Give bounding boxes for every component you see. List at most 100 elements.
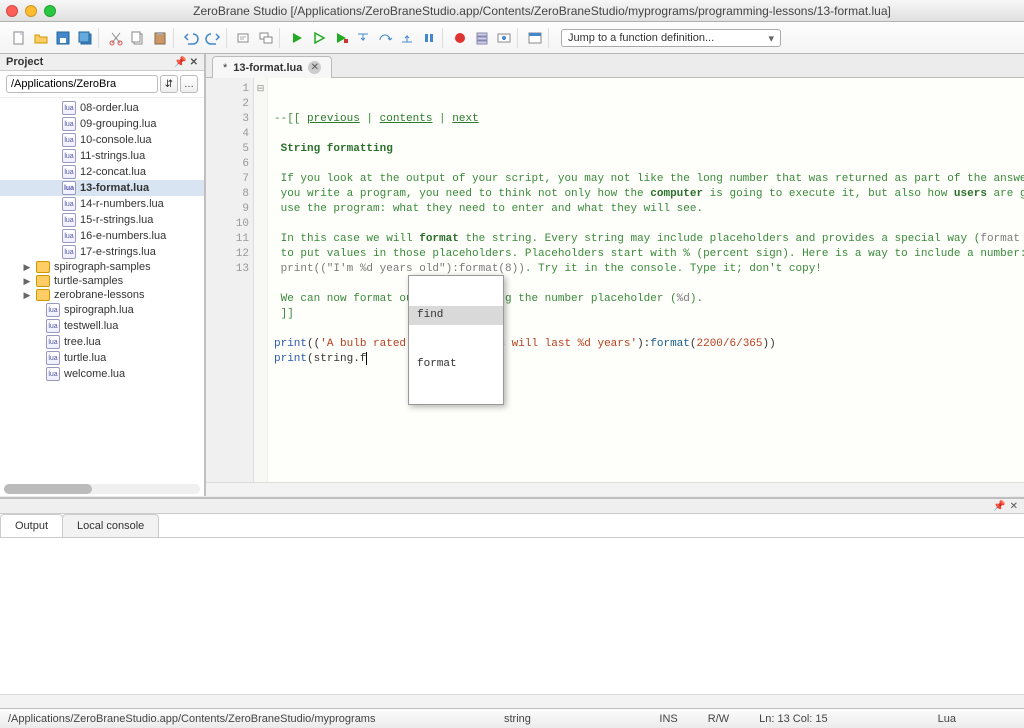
tree-item-12-concat-lua[interactable]: lua12-concat.lua <box>0 164 204 180</box>
find-button[interactable] <box>234 28 254 48</box>
new-file-button[interactable] <box>9 28 29 48</box>
status-path: /Applications/ZeroBraneStudio.app/Conten… <box>8 713 375 725</box>
debug-button[interactable] <box>309 28 329 48</box>
project-sidebar: Project 📌 ✕ ⇵ … lua08-order.lualua09-gro… <box>0 54 206 496</box>
minimize-window-button[interactable] <box>25 5 37 17</box>
window-titlebar: ZeroBrane Studio [/Applications/ZeroBran… <box>0 0 1024 22</box>
lua-file-icon: lua <box>62 213 76 227</box>
tree-item-spirograph-samples[interactable]: ▶spirograph-samples <box>0 260 204 274</box>
tree-item-spirograph-lua[interactable]: luaspirograph.lua <box>0 302 204 318</box>
pin-icon[interactable]: 📌 ✕ <box>174 57 198 68</box>
close-window-button[interactable] <box>6 5 18 17</box>
paste-button[interactable] <box>150 28 170 48</box>
path-dropdown-button[interactable]: ⇵ <box>160 75 178 93</box>
code-content[interactable]: --[[ previous | contents | next String f… <box>268 78 1024 482</box>
lua-file-icon: lua <box>46 303 60 317</box>
output-body[interactable] <box>0 538 1024 694</box>
tree-item-zerobrane-lessons[interactable]: ▶ zerobrane-lessons <box>0 288 204 302</box>
status-bar: /Applications/ZeroBraneStudio.app/Conten… <box>0 708 1024 728</box>
file-tree[interactable]: lua 08-order.lua lua09-grouping.lualua10-c… <box>0 98 204 496</box>
step-over-button[interactable] <box>375 28 395 48</box>
link-contents[interactable]: contents <box>380 113 433 125</box>
cut-button[interactable] <box>106 28 126 48</box>
tab-output[interactable]: Output <box>0 514 63 537</box>
tab-close-button[interactable]: ✕ <box>308 61 321 74</box>
tree-item-tree-lua[interactable]: luatree.lua <box>0 334 204 350</box>
autocomplete-item-format[interactable]: format <box>409 355 503 374</box>
tab-label: 13-format.lua <box>233 62 302 74</box>
tree-label: 11-strings.lua <box>80 150 145 162</box>
copy-button[interactable] <box>128 28 148 48</box>
stack-button[interactable] <box>472 28 492 48</box>
run-button[interactable] <box>287 28 307 48</box>
replace-button[interactable] <box>256 28 276 48</box>
tree-label: 16-e-numbers.lua <box>80 230 166 242</box>
sidebar-scrollbar[interactable] <box>4 484 200 494</box>
status-rw: R/W <box>708 713 729 725</box>
tab-13-format[interactable]: * 13-format.lua ✕ <box>212 56 332 78</box>
undo-button[interactable] <box>181 28 201 48</box>
lua-file-icon: lua <box>46 335 60 349</box>
tree-item-11-strings-lua[interactable]: lua 11-strings.lua <box>0 148 204 164</box>
autocomplete-item-find[interactable]: find <box>409 306 503 325</box>
traffic-lights <box>6 5 56 17</box>
autocomplete-popup[interactable]: find format <box>408 275 504 405</box>
tree-item-welcome-lua[interactable]: luawelcome.lua <box>0 366 204 382</box>
status-word: string <box>504 713 531 725</box>
lua-file-icon: lua <box>46 351 60 365</box>
status-pos: Ln: 13 Col: 15 <box>759 713 828 725</box>
lua-file-icon: lua <box>62 117 76 131</box>
chevron-right-icon[interactable]: ▶ <box>22 276 32 287</box>
code-editor[interactable]: 12345678910111213 ⊟ --[[ previous | cont… <box>206 78 1024 482</box>
tree-item-16-e-numbers-lua[interactable]: lua16-e-numbers.lua <box>0 228 204 244</box>
main-toolbar: Jump to a function definition... <box>0 22 1024 54</box>
chevron-right-icon[interactable]: ▶ <box>22 290 32 301</box>
link-next[interactable]: next <box>452 113 478 125</box>
breakpoint-button[interactable] <box>450 28 470 48</box>
editor-tabs: * 13-format.lua ✕ <box>206 54 1024 78</box>
watch-button[interactable] <box>494 28 514 48</box>
tree-label: 08-order.lua <box>80 102 139 114</box>
tree-item-14-r-numbers-lua[interactable]: lua14-r-numbers.lua <box>0 196 204 212</box>
tree-item-09-grouping-lua[interactable]: lua09-grouping.lua <box>0 116 204 132</box>
text-cursor <box>366 352 367 365</box>
chevron-right-icon[interactable]: ▶ <box>22 262 32 273</box>
zoom-window-button[interactable] <box>44 5 56 17</box>
open-file-button[interactable] <box>31 28 51 48</box>
tree-item-testwell-lua[interactable]: luatestwell.lua <box>0 318 204 334</box>
output-panel: 📌 ✕ Output Local console <box>0 497 1024 708</box>
step-into-button[interactable] <box>353 28 373 48</box>
folder-icon <box>36 275 50 287</box>
lua-file-icon: lua <box>62 149 76 163</box>
output-h-scrollbar[interactable] <box>0 694 1024 708</box>
save-button[interactable] <box>53 28 73 48</box>
tree-item-17-e-strings-lua[interactable]: lua17-e-strings.lua <box>0 244 204 260</box>
line-gutter: 12345678910111213 <box>206 78 254 482</box>
tree-item-turtle-samples[interactable]: ▶turtle-samples <box>0 274 204 288</box>
tab-local-console[interactable]: Local console <box>62 514 159 537</box>
tree-item-13-format-lua[interactable]: lua13-format.lua <box>0 180 204 196</box>
project-path-input[interactable] <box>6 75 158 93</box>
stop-button[interactable] <box>331 28 351 48</box>
project-path-row: ⇵ … <box>0 71 204 98</box>
fold-column[interactable]: ⊟ <box>254 78 268 482</box>
lua-file-icon: lua <box>62 197 76 211</box>
output-close-icon[interactable]: ✕ <box>1010 501 1018 512</box>
tree-label: 17-e-strings.lua <box>80 246 156 258</box>
tree-item-turtle-lua[interactable]: luaturtle.lua <box>0 350 204 366</box>
lua-file-icon: lua <box>62 101 76 115</box>
editor-h-scrollbar[interactable] <box>206 482 1024 496</box>
project-button[interactable] <box>525 28 545 48</box>
tree-label: zerobrane-lessons <box>54 289 145 301</box>
link-previous[interactable]: previous <box>307 113 360 125</box>
break-button[interactable] <box>419 28 439 48</box>
output-pin-icon[interactable]: 📌 <box>993 501 1005 512</box>
path-more-button[interactable]: … <box>180 75 198 93</box>
tree-item-08-order-lua[interactable]: lua 08-order.lua <box>0 100 204 116</box>
redo-button[interactable] <box>203 28 223 48</box>
save-all-button[interactable] <box>75 28 95 48</box>
tree-item-10-console-lua[interactable]: lua10-console.lua <box>0 132 204 148</box>
tree-item-15-r-strings-lua[interactable]: lua15-r-strings.lua <box>0 212 204 228</box>
step-out-button[interactable] <box>397 28 417 48</box>
function-jump-dropdown[interactable]: Jump to a function definition... <box>561 29 781 47</box>
